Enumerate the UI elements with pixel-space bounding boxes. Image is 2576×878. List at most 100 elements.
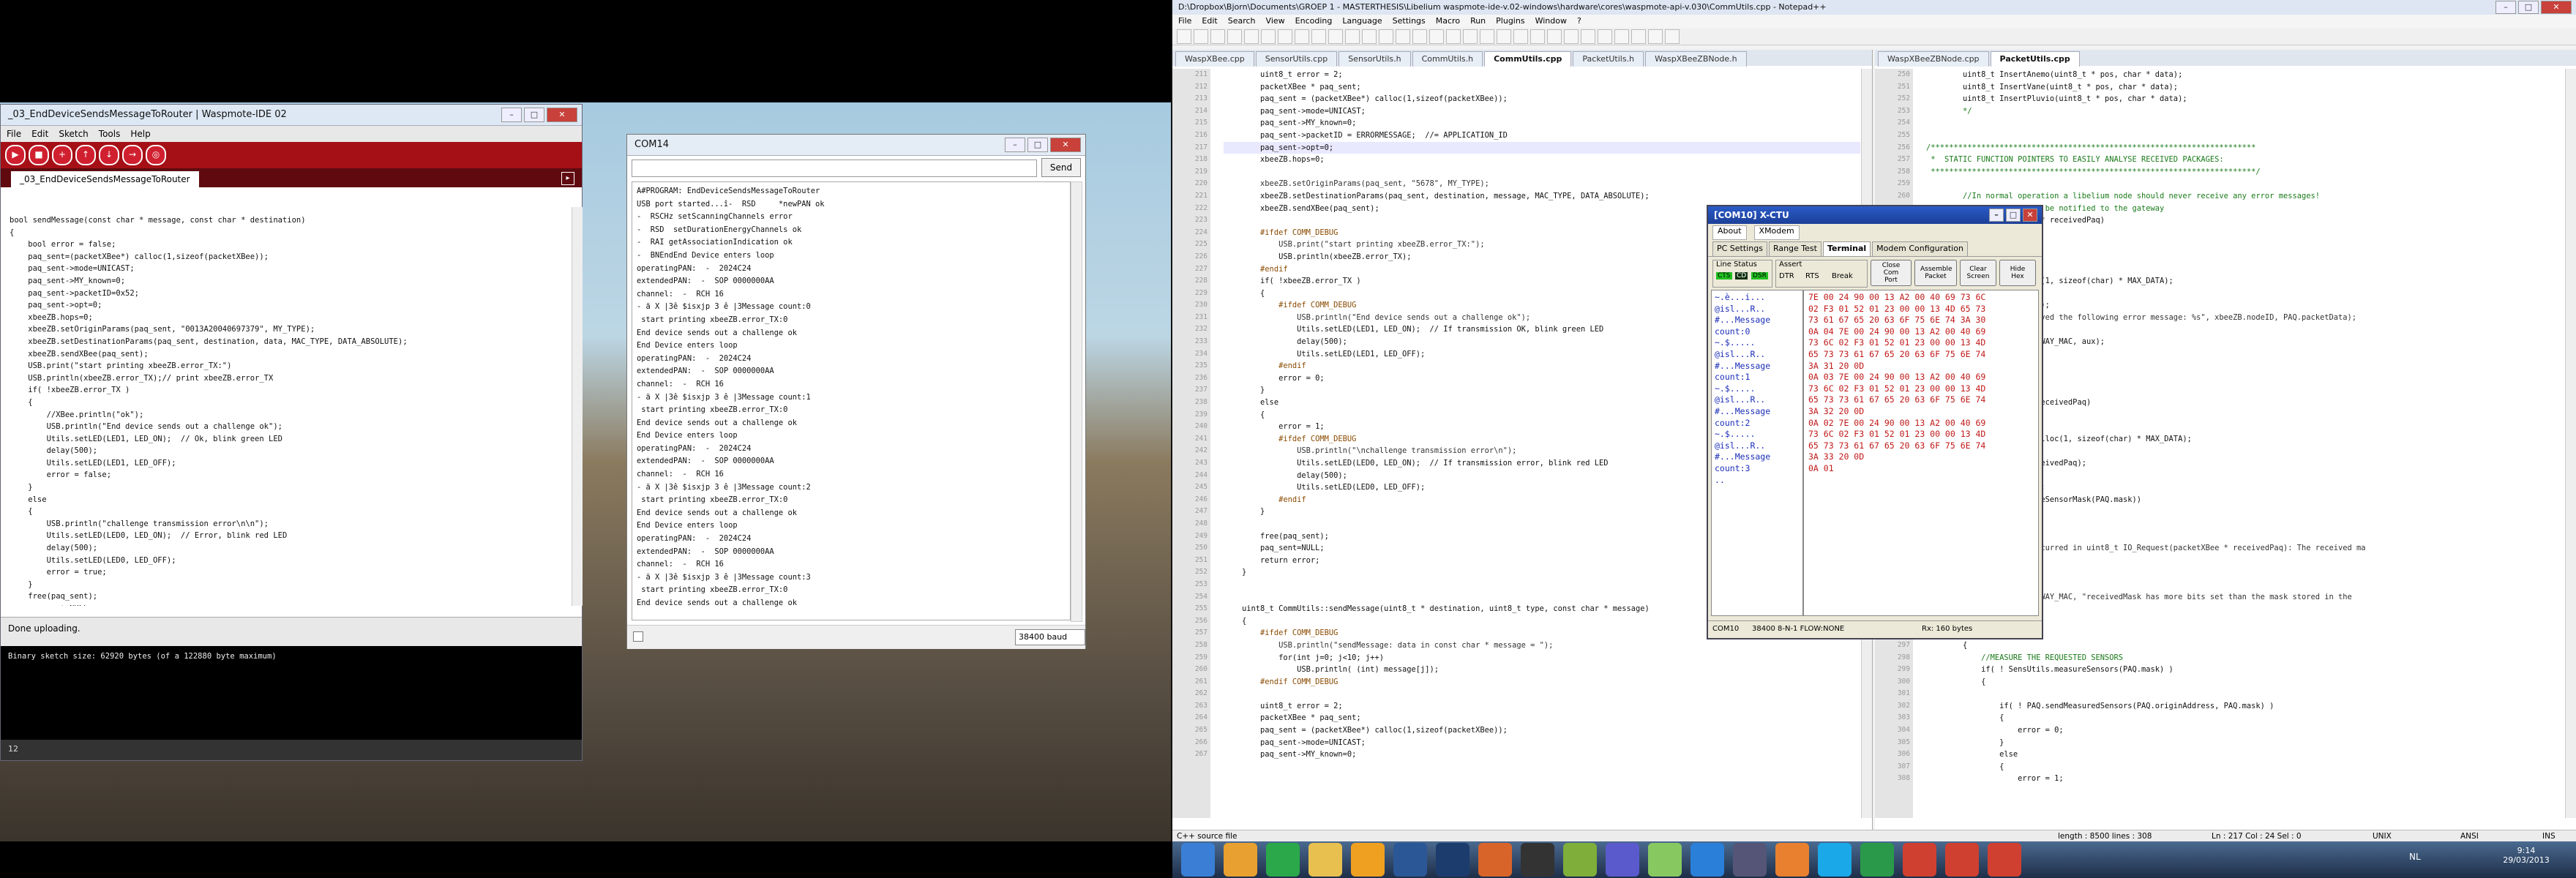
toolbar-button-icon[interactable]	[1396, 29, 1410, 44]
xctu-titlebar[interactable]: [COM10] X-CTU – □ ✕	[1708, 206, 2042, 224]
toolbar-button-icon[interactable]	[1648, 29, 1663, 44]
sketch-tab[interactable]: _03_EndDeviceSendsMessageToRouter	[11, 171, 199, 187]
npp-tab[interactable]: SensorUtils.cpp	[1255, 51, 1338, 67]
firefox-icon[interactable]	[1775, 843, 1809, 877]
npp-menu-item[interactable]: Settings	[1393, 15, 1426, 28]
clear-screen-button[interactable]: Clear Screen	[1960, 260, 1996, 286]
toolbar-button-icon[interactable]	[1328, 29, 1343, 44]
tab-modem-configuration[interactable]: Modem Configuration	[1872, 241, 1968, 256]
language-indicator[interactable]: NL	[2409, 852, 2421, 862]
minimize-button[interactable]: –	[2496, 1, 2516, 14]
npp-menu-item[interactable]: Language	[1342, 15, 1382, 28]
explorer-icon[interactable]	[1308, 843, 1342, 877]
media-player-icon[interactable]	[1224, 843, 1257, 877]
close-button[interactable]: ✕	[2541, 1, 2572, 14]
toolbar-button-icon[interactable]	[1311, 29, 1326, 44]
toolbar-button-icon[interactable]	[1194, 29, 1208, 44]
verify-icon[interactable]: ▶	[5, 145, 26, 165]
chrome-icon[interactable]	[1266, 843, 1300, 877]
baud-select[interactable]: 38400 baud	[1015, 629, 1085, 645]
maximize-button[interactable]: □	[2006, 209, 2021, 222]
editor-vscrollbar[interactable]	[572, 207, 583, 606]
npp-menu-item[interactable]: Search	[1228, 15, 1256, 28]
hide-hex-button[interactable]: Hide Hex	[1999, 260, 2036, 286]
word-icon[interactable]	[1393, 843, 1427, 877]
toolbar-button-icon[interactable]	[1345, 29, 1360, 44]
toolbar-button-icon[interactable]	[1547, 29, 1562, 44]
sketch-code-editor[interactable]: bool sendMessage(const char * message, c…	[1, 207, 572, 606]
maximize-button[interactable]: □	[2518, 1, 2539, 14]
break-checkbox[interactable]: Break	[1832, 272, 1853, 280]
toolbar-button-icon[interactable]	[1581, 29, 1595, 44]
java-icon-2[interactable]	[1945, 843, 1979, 877]
toolbar-button-icon[interactable]	[1210, 29, 1225, 44]
npp-tab[interactable]: CommUtils.h	[1412, 51, 1483, 67]
serial-titlebar[interactable]: COM14 – □ ✕	[627, 135, 1085, 156]
tab-range-test[interactable]: Range Test	[1768, 241, 1821, 256]
npp-tab[interactable]: WaspXBeeZBNode.h	[1645, 51, 1747, 67]
npp-tab[interactable]: WaspXBeeZBNode.cpp	[1878, 51, 1989, 67]
serial-monitor-icon[interactable]: ◎	[146, 145, 166, 165]
java-icon-3[interactable]	[1988, 843, 2021, 877]
windows-start-icon[interactable]	[1181, 843, 1215, 877]
toolbar-button-icon[interactable]	[1530, 29, 1545, 44]
network-icon[interactable]	[1606, 843, 1639, 877]
send-button[interactable]: Send	[1041, 158, 1081, 177]
photoshop-icon[interactable]	[1436, 843, 1469, 877]
terminal-icon[interactable]	[1521, 843, 1554, 877]
npp-tab[interactable]: CommUtils.cpp	[1484, 51, 1572, 67]
toolbar-button-icon[interactable]	[1295, 29, 1309, 44]
npp-tab[interactable]: WaspXBee.cpp	[1175, 51, 1254, 67]
misc-app-icon[interactable]	[1563, 843, 1597, 877]
clock[interactable]: 9:14 29/03/2013	[2490, 846, 2563, 865]
minimize-button[interactable]: –	[501, 108, 522, 122]
assemble-packet-button[interactable]: Assemble Packet	[1914, 260, 1957, 286]
toolbar-button-icon[interactable]	[1631, 29, 1646, 44]
skype-icon[interactable]	[1818, 843, 1852, 877]
save-icon[interactable]: ↓	[99, 145, 119, 165]
tab-pc-settings[interactable]: PC Settings	[1712, 241, 1767, 256]
npp-menu-item[interactable]: Window	[1535, 15, 1567, 28]
toolbar-button-icon[interactable]	[1177, 29, 1191, 44]
toolbar-button-icon[interactable]	[1598, 29, 1612, 44]
minimize-button[interactable]: –	[1005, 138, 1025, 152]
toolbar-button-icon[interactable]	[1362, 29, 1377, 44]
npp-menu-item[interactable]: Plugins	[1496, 15, 1524, 28]
menu-edit[interactable]: Edit	[31, 126, 48, 142]
spreadsheet-icon[interactable]	[1860, 843, 1894, 877]
npp-tab[interactable]: PacketUtils.cpp	[1990, 51, 2080, 67]
terminal-ascii-pane[interactable]: ~.è...i... @isl...R.. #...Message count:0 ~.…	[1711, 290, 1803, 616]
npp-menu-item[interactable]: Edit	[1202, 15, 1217, 28]
upload-icon[interactable]: →	[122, 145, 143, 165]
close-button[interactable]: ✕	[547, 108, 577, 122]
npp-menu-item[interactable]: Encoding	[1295, 15, 1333, 28]
toolbar-button-icon[interactable]	[1665, 29, 1680, 44]
tab-terminal[interactable]: Terminal	[1822, 241, 1871, 256]
toolbar-button-icon[interactable]	[1463, 29, 1478, 44]
menu-file[interactable]: File	[7, 126, 21, 142]
npp-menu-item[interactable]: Run	[1470, 15, 1486, 28]
autoscroll-checkbox[interactable]	[633, 631, 643, 642]
npp-titlebar[interactable]: D:\Dropbox\Bjorn\Documents\GROEP 1 - MAS…	[1172, 0, 2576, 15]
toolbar-button-icon[interactable]	[1278, 29, 1292, 44]
toolbar-button-icon[interactable]	[1244, 29, 1259, 44]
close-button[interactable]: ✕	[2023, 209, 2037, 222]
npp-tab[interactable]: PacketUtils.h	[1573, 51, 1644, 67]
toolbar-button-icon[interactable]	[1412, 29, 1427, 44]
outlook-icon[interactable]	[1351, 843, 1385, 877]
menu-help[interactable]: Help	[130, 126, 150, 142]
toolbar-button-icon[interactable]	[1261, 29, 1276, 44]
matlab-icon[interactable]	[1478, 843, 1512, 877]
open-icon[interactable]: ↑	[75, 145, 96, 165]
toolbar-button-icon[interactable]	[1480, 29, 1494, 44]
java-icon-1[interactable]	[1903, 843, 1936, 877]
npp-tab[interactable]: SensorUtils.h	[1338, 51, 1411, 67]
new-icon[interactable]: +	[52, 145, 72, 165]
minimize-button[interactable]: –	[1989, 209, 2004, 222]
maximize-button[interactable]: □	[524, 108, 544, 122]
npp-menu-item[interactable]: Macro	[1436, 15, 1460, 28]
maximize-button[interactable]: □	[1027, 138, 1048, 152]
xctu-menu-xmodem[interactable]: XModem	[1753, 225, 1800, 240]
npp-right-vscrollbar[interactable]	[2565, 69, 2576, 818]
tab-menu-icon[interactable]: ▸	[561, 172, 574, 185]
